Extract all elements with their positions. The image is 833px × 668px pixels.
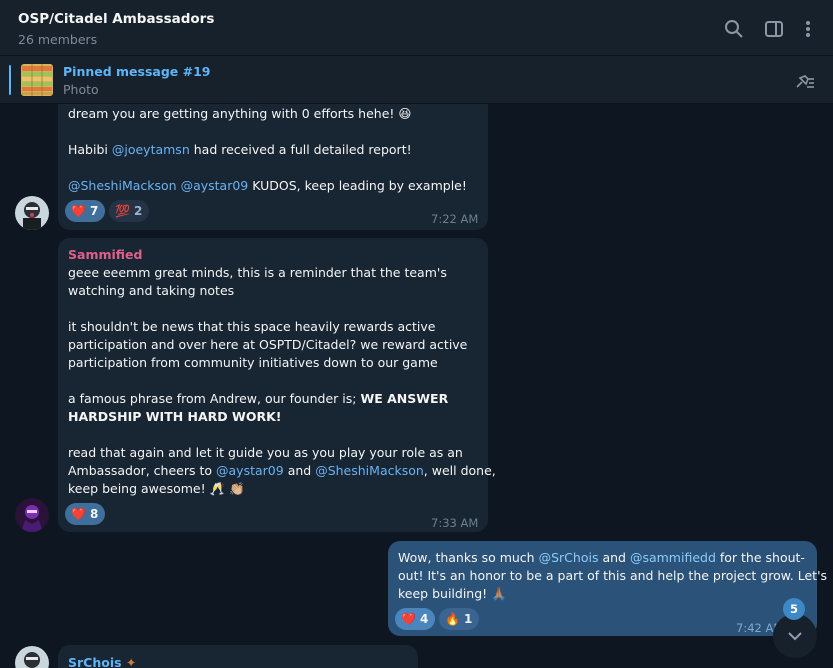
mention-link[interactable]: @aystar09 — [216, 463, 284, 478]
message-text-line: participation and over here at OSPTD/Cit… — [68, 337, 468, 352]
text-fragment: KUDOS, keep leading by example! — [252, 178, 467, 193]
reaction-heart[interactable]: ❤️ 8 — [65, 503, 106, 525]
mention-link[interactable]: @joeytamsn — [112, 142, 190, 157]
pinned-photo-thumbnail[interactable] — [21, 64, 53, 96]
avatar[interactable] — [15, 498, 49, 532]
message-text-line: Habibi @joeytamsn had received a full de… — [68, 141, 412, 159]
reaction-count: 4 — [419, 612, 429, 626]
heart-emoji-icon: ❤️ — [71, 507, 86, 521]
mention-link[interactable]: @SheshiMackson — [68, 178, 177, 193]
chat-header: OSP/Citadel Ambassadors 26 members — [0, 0, 833, 56]
message-text-line: dream you are getting anything with 0 ef… — [68, 106, 412, 121]
bold-text: HARDSHIP WITH HARD WORK! — [68, 409, 282, 424]
heart-emoji-icon: ❤️ — [71, 204, 86, 218]
message-text-line: out! It's an honor to be a part of this … — [398, 568, 828, 583]
mention-link[interactable]: @SheshiMackson — [315, 463, 424, 478]
unread-count-badge: 5 — [783, 598, 805, 620]
mention-link[interactable]: @aystar09 — [181, 178, 249, 193]
text-fragment: for the shout- — [719, 550, 805, 565]
scroll-to-bottom-button[interactable] — [773, 614, 817, 658]
reaction-hundred[interactable]: 💯 2 — [109, 200, 150, 222]
reaction-count: 7 — [89, 204, 99, 218]
bold-text: WE ANSWER — [360, 391, 449, 406]
search-icon[interactable] — [723, 18, 745, 40]
reaction-count: 8 — [89, 507, 99, 521]
mention-link[interactable]: @sammifiedd — [630, 550, 716, 565]
reaction-count: 2 — [133, 204, 143, 218]
member-count: 26 members — [18, 32, 98, 47]
chat-title[interactable]: OSP/Citadel Ambassadors — [18, 11, 214, 27]
hundred-emoji-icon: 💯 — [115, 204, 130, 218]
reaction-fire[interactable]: 🔥 1 — [439, 608, 480, 630]
message-text-line: a famous phrase from Andrew, our founder… — [68, 390, 448, 408]
message-text-line: Ambassador, cheers to @aystar09 and @She… — [68, 462, 496, 480]
sender-name-text: SrChois — [68, 655, 122, 668]
pinned-message-subtitle: Photo — [63, 82, 99, 97]
reaction-heart[interactable]: ❤️ 4 — [395, 608, 436, 630]
reaction-count: 1 — [463, 612, 473, 626]
message-text-line: @SheshiMackson @aystar09 KUDOS, keep lea… — [68, 177, 467, 195]
message-time: 7:22 AM — [431, 212, 479, 226]
text-fragment: and — [602, 550, 626, 565]
message-text-line: keep building! 🙏🏽 — [398, 586, 507, 601]
message-text-line: HARDSHIP WITH HARD WORK! — [68, 408, 281, 426]
text-fragment: Habibi — [68, 142, 108, 157]
text-fragment: and — [287, 463, 312, 478]
message-text-line: keep being awesome! 🥂 👏🏼 — [68, 481, 245, 496]
message-bubble[interactable]: SrChois ✦ — [58, 645, 418, 668]
pinned-list-icon[interactable] — [794, 70, 816, 92]
more-options-icon[interactable] — [797, 18, 819, 40]
outgoing-message-bubble[interactable]: Wow, thanks so much @SrChois and @sammif… — [388, 541, 827, 636]
message-text-line: geee eeemm great minds, this is a remind… — [68, 265, 447, 280]
text-fragment: a famous phrase from Andrew, our founder… — [68, 391, 357, 406]
sidebar-toggle-icon[interactable] — [763, 18, 785, 40]
mention-link[interactable]: @SrChois — [539, 550, 599, 565]
message-bubble[interactable]: Sammified geee eeemm great minds, this i… — [58, 238, 496, 532]
text-fragment: , well done, — [423, 463, 496, 478]
sender-name[interactable]: Sammified — [68, 246, 142, 264]
avatar[interactable] — [15, 196, 49, 230]
text-fragment: had received a full detailed report! — [193, 142, 412, 157]
fire-emoji-icon: 🔥 — [445, 612, 460, 626]
avatar[interactable] — [15, 646, 49, 668]
message-text-line: watching and taking notes — [68, 283, 235, 298]
compass-icon: ✦ — [125, 655, 137, 668]
message-text-line: Wow, thanks so much @SrChois and @sammif… — [398, 549, 805, 567]
message-text-line: it shouldn't be news that this space hea… — [68, 319, 436, 334]
message-text-line: participation from community initiatives… — [68, 355, 438, 370]
reaction-heart[interactable]: ❤️ 7 — [65, 200, 106, 222]
chevron-down-icon — [788, 632, 802, 641]
heart-emoji-icon: ❤️ — [401, 612, 416, 626]
message-time: 7:33 AM — [431, 516, 479, 530]
pinned-message-title[interactable]: Pinned message #19 — [63, 64, 211, 79]
text-fragment: Ambassador, cheers to — [68, 463, 213, 478]
sender-name[interactable]: SrChois ✦ — [68, 654, 136, 668]
message-bubble[interactable]: dream you are getting anything with 0 ef… — [58, 104, 488, 230]
pinned-indicator — [9, 65, 11, 95]
text-fragment: Wow, thanks so much — [398, 550, 535, 565]
message-text-line: read that again and let it guide you as … — [68, 445, 463, 460]
